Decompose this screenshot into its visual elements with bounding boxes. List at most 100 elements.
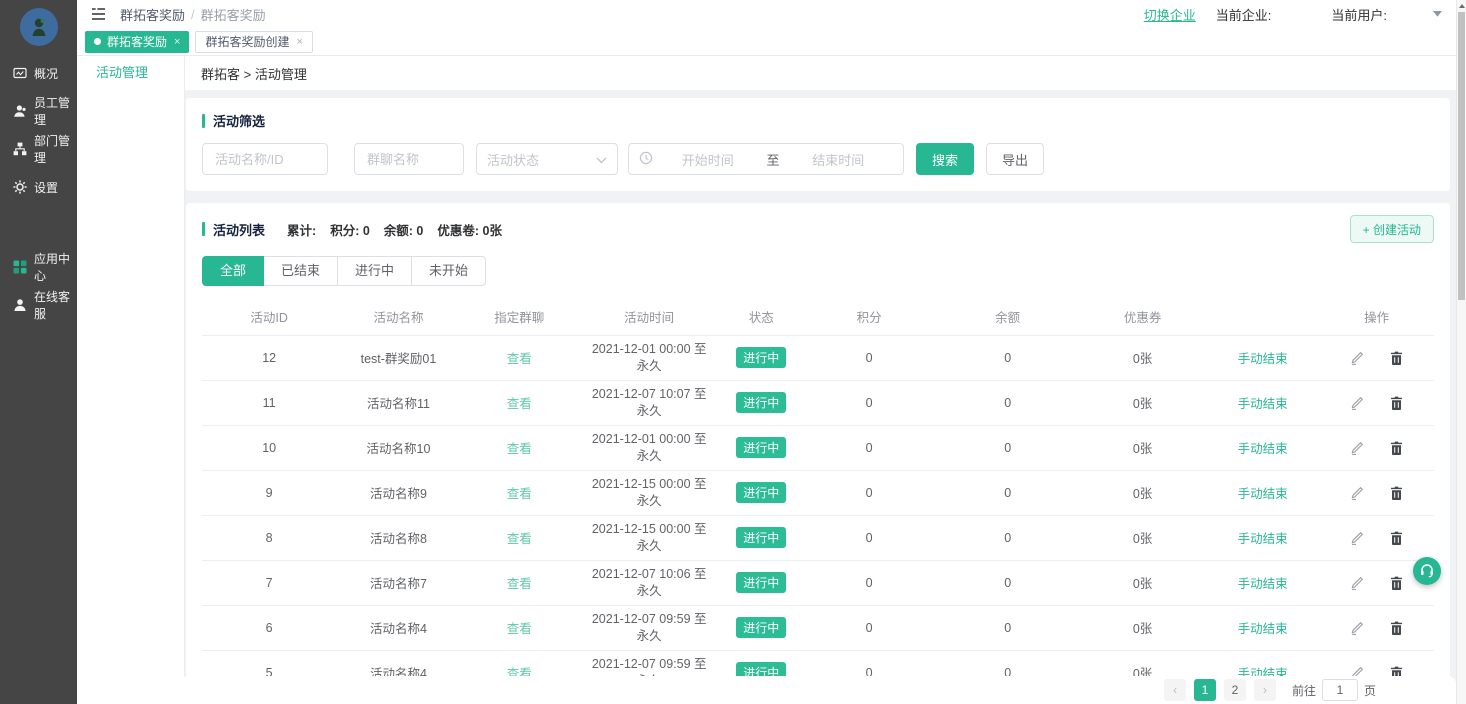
delete-icon[interactable]: [1390, 621, 1403, 635]
page-button-2[interactable]: 2: [1224, 679, 1246, 701]
view-group-link[interactable]: 查看: [507, 532, 532, 546]
view-group-link[interactable]: 查看: [507, 577, 532, 591]
col-activity-time: 活动时间: [578, 298, 721, 335]
edit-icon[interactable]: [1350, 621, 1364, 635]
edit-icon[interactable]: [1350, 351, 1364, 365]
view-group-link[interactable]: 查看: [507, 487, 532, 501]
sidebar-item-employees[interactable]: 员工管理: [0, 92, 77, 130]
app-root: 概况 员工管理 部门管理 设置 应用中心: [0, 0, 1466, 704]
cell-points: 0: [802, 425, 936, 470]
breadcrumb-app[interactable]: 群拓客奖励: [120, 5, 185, 24]
col-status: 状态: [721, 298, 802, 335]
scroll-up-icon[interactable]: [1457, 0, 1466, 12]
tab-not-started[interactable]: 未开始: [411, 256, 486, 286]
delete-icon[interactable]: [1390, 531, 1403, 545]
manual-end-link[interactable]: 手动结束: [1238, 397, 1288, 411]
group-name-input[interactable]: [354, 143, 464, 175]
edit-icon[interactable]: [1350, 576, 1364, 590]
manual-end-link[interactable]: 手动结束: [1238, 577, 1288, 591]
create-activity-button[interactable]: + 创建活动: [1350, 215, 1434, 243]
goto-page-input[interactable]: [1322, 679, 1358, 701]
cell-balance: 0: [936, 560, 1079, 605]
cell-activity-name: 活动名称10: [336, 425, 460, 470]
delete-icon[interactable]: [1390, 396, 1403, 410]
date-range-picker[interactable]: 开始时间 至 结束时间: [628, 143, 904, 175]
cell-coupon: 0张: [1079, 515, 1206, 560]
cell-balance: 0: [936, 605, 1079, 650]
view-group-link[interactable]: 查看: [507, 442, 532, 456]
delete-icon[interactable]: [1390, 441, 1403, 455]
cell-coupon: 0张: [1079, 380, 1206, 425]
delete-icon[interactable]: [1390, 351, 1403, 365]
edit-icon[interactable]: [1350, 531, 1364, 545]
switch-company-link[interactable]: 切换企业: [1144, 5, 1196, 24]
tab-in-progress[interactable]: 进行中: [337, 256, 412, 286]
sidebar-item-label: 设置: [34, 179, 58, 196]
cell-points: 0: [802, 605, 936, 650]
delete-icon[interactable]: [1390, 576, 1403, 590]
window-tab-active[interactable]: 群拓客奖励 ×: [85, 31, 189, 53]
page-breadcrumb: 群拓客 > 活动管理: [185, 56, 1456, 90]
view-group-link[interactable]: 查看: [507, 397, 532, 411]
cell-activity-id: 6: [202, 605, 336, 650]
table-row: 10 活动名称10 查看 2021-12-01 00:00 至 永久 进行中 0: [202, 425, 1434, 470]
customer-service-button[interactable]: [1413, 557, 1441, 585]
tab-all[interactable]: 全部: [202, 256, 264, 286]
activity-time-end: 永久: [578, 583, 721, 600]
view-group-link[interactable]: 查看: [507, 622, 532, 636]
activity-time-start: 2021-12-01 00:00 至: [578, 341, 721, 358]
cell-activity-name: test-群奖励01: [336, 335, 460, 380]
goto-page-group: 前往 页: [1292, 679, 1376, 701]
manual-end-link[interactable]: 手动结束: [1238, 487, 1288, 501]
submenu-item-activity-management[interactable]: 活动管理: [77, 56, 184, 90]
view-group-link[interactable]: 查看: [507, 352, 532, 366]
status-badge: 进行中: [736, 392, 786, 413]
user-dropdown-caret-icon[interactable]: [1433, 11, 1442, 17]
prev-page-button[interactable]: ‹: [1164, 679, 1186, 701]
browser-scrollbar[interactable]: [1456, 0, 1466, 704]
cell-points: 0: [802, 560, 936, 605]
end-time-placeholder[interactable]: 结束时间: [784, 150, 894, 169]
edit-icon[interactable]: [1350, 396, 1364, 410]
close-tab-icon[interactable]: ×: [296, 36, 302, 48]
activity-list-panel: 活动列表 累计: 积分: 0 余额: 0 优惠卷: 0张 + 创建活动: [186, 203, 1450, 704]
manual-end-link[interactable]: 手动结束: [1238, 622, 1288, 636]
edit-icon[interactable]: [1350, 441, 1364, 455]
manual-end-link[interactable]: 手动结束: [1238, 442, 1288, 456]
search-button[interactable]: 搜索: [916, 143, 974, 175]
sidebar-item-departments[interactable]: 部门管理: [0, 130, 77, 168]
export-button[interactable]: 导出: [986, 143, 1044, 175]
cell-activity-id: 8: [202, 515, 336, 560]
activity-time-end: 永久: [578, 538, 721, 555]
coupon-stat: 优惠卷: 0张: [437, 220, 502, 239]
sidebar-item-overview[interactable]: 概况: [0, 54, 77, 92]
tab-ended[interactable]: 已结束: [263, 256, 338, 286]
company-avatar[interactable]: [0, 0, 77, 54]
activity-status-select[interactable]: 活动状态: [476, 143, 618, 175]
manual-end-link[interactable]: 手动结束: [1238, 532, 1288, 546]
range-to-label: 至: [763, 150, 784, 169]
sidebar-item-label: 员工管理: [34, 94, 77, 128]
edit-icon[interactable]: [1350, 486, 1364, 500]
delete-icon[interactable]: [1390, 486, 1403, 500]
sidebar-item-settings[interactable]: 设置: [0, 168, 77, 206]
sidebar-item-online-service[interactable]: 在线客服: [0, 286, 77, 324]
manual-end-link[interactable]: 手动结束: [1238, 352, 1288, 366]
col-operations: 操作: [1319, 298, 1434, 335]
start-time-placeholder[interactable]: 开始时间: [653, 150, 763, 169]
sidebar-item-app-center[interactable]: 应用中心: [0, 248, 77, 286]
next-page-button[interactable]: ›: [1254, 679, 1276, 701]
cell-balance: 0: [936, 380, 1079, 425]
page-button-1[interactable]: 1: [1194, 679, 1216, 701]
collapse-menu-icon[interactable]: [91, 8, 106, 20]
cell-coupon: 0张: [1079, 470, 1206, 515]
service-icon: [13, 298, 27, 312]
activity-name-input[interactable]: [202, 143, 328, 175]
scrollbar-thumb[interactable]: [1458, 12, 1465, 300]
cell-balance: 0: [936, 515, 1079, 560]
breadcrumb-page: 群拓客奖励: [201, 5, 266, 24]
cards-wrap: 活动筛选 活动状态: [185, 90, 1456, 704]
close-tab-icon[interactable]: ×: [174, 36, 180, 48]
page-unit-label: 页: [1364, 682, 1376, 699]
window-tab-create[interactable]: 群拓客奖励创建 ×: [195, 31, 312, 53]
